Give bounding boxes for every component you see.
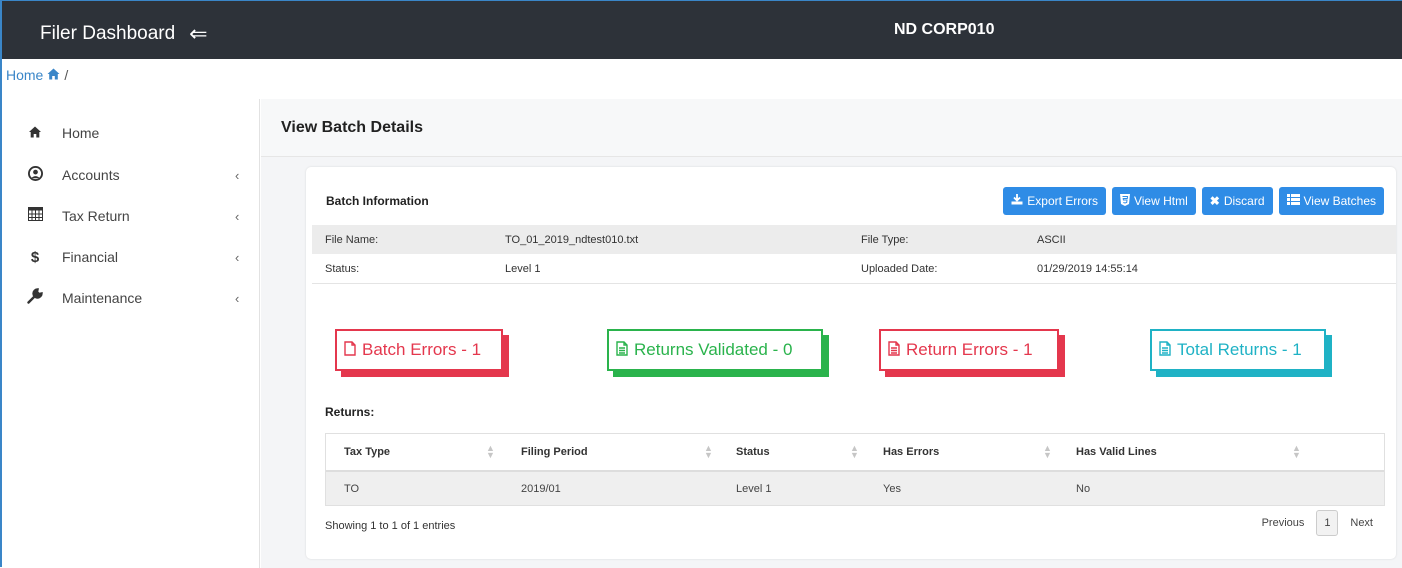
view-html-label: View Html [1133, 194, 1188, 208]
batch-actions: Export Errors View Html ✖ Discard View B… [1003, 187, 1384, 215]
home-icon [26, 125, 44, 142]
sort-icon[interactable]: ▲ ▼ [1292, 444, 1301, 460]
sidebar-item-tax-return[interactable]: Tax Return ‹ [2, 196, 260, 236]
sidebar: Home Accounts ‹ Tax Return ‹ $ Financial… [2, 99, 260, 568]
html5-icon [1119, 193, 1130, 209]
cell-status: Level 1 [736, 482, 772, 495]
return-errors-card[interactable]: Return Errors - 1 [879, 329, 1059, 371]
brand: Filer Dashboard ⇐ [40, 1, 208, 59]
status-value: Level 1 [505, 263, 541, 275]
file-text-icon [888, 340, 900, 360]
view-html-button[interactable]: View Html [1111, 187, 1196, 215]
cell-has-valid-lines: No [1076, 482, 1091, 495]
sidebar-item-accounts[interactable]: Accounts ‹ [2, 155, 260, 195]
chevron-left-icon: ‹ [235, 167, 240, 183]
batch-details-panel: Batch Information Export Errors View Htm… [306, 167, 1396, 559]
column-header-status[interactable]: Status [736, 434, 770, 470]
returns-validated-label: Returns Validated - 0 [634, 340, 793, 359]
download-icon [1011, 194, 1023, 208]
file-icon [344, 340, 356, 360]
sidebar-item-label: Accounts [62, 167, 120, 183]
discard-label: Discard [1223, 194, 1265, 208]
page-header: View Batch Details [261, 99, 1402, 157]
view-batches-label: View Batches [1303, 194, 1377, 208]
view-batches-button[interactable]: View Batches [1278, 187, 1384, 215]
export-errors-button[interactable]: Export Errors [1003, 187, 1106, 215]
sidebar-item-financial[interactable]: $ Financial ‹ [2, 237, 260, 277]
dollar-icon: $ [30, 248, 40, 266]
pagination: Previous 1 Next [1250, 510, 1385, 536]
chevron-left-icon: ‹ [235, 249, 240, 265]
return-errors-label: Return Errors - 1 [906, 340, 1033, 359]
sidebar-item-label: Tax Return [62, 208, 130, 224]
chevron-left-icon: ‹ [235, 208, 240, 224]
returns-table: Tax Type ▲ ▼ Filing Period ▲ ▼ Status ▲ ▼ H… [325, 433, 1385, 506]
file-text-icon [616, 340, 628, 360]
returns-heading: Returns: [325, 405, 375, 419]
column-header-tax-type[interactable]: Tax Type [344, 434, 390, 470]
account-title: ND CORP010 [894, 21, 995, 38]
sort-icon[interactable]: ▲ ▼ [850, 444, 859, 460]
uploaded-date-value: 01/29/2019 14:55:14 [1037, 263, 1138, 275]
sidebar-item-label: Home [62, 125, 100, 141]
sort-icon[interactable]: ▲ ▼ [704, 444, 713, 460]
breadcrumb-home[interactable]: Home [6, 67, 43, 83]
file-text-icon [1159, 340, 1171, 360]
top-navbar: Filer Dashboard ⇐ ND CORP010 [2, 1, 1402, 59]
sort-icon[interactable]: ▲ ▼ [1043, 444, 1052, 460]
calculator-icon [26, 207, 44, 225]
export-errors-label: Export Errors [1027, 194, 1098, 208]
next-page-button[interactable]: Next [1338, 517, 1385, 529]
sidebar-item-maintenance[interactable]: Maintenance ‹ [2, 278, 260, 318]
table-info: Showing 1 to 1 of 1 entries [325, 520, 456, 532]
breadcrumb-separator: / [64, 67, 69, 83]
page-1-button[interactable]: 1 [1316, 510, 1339, 536]
file-name-value: TO_01_2019_ndtest010.txt [505, 233, 639, 246]
cell-tax-type: TO [344, 482, 360, 495]
sidebar-item-label: Financial [62, 249, 119, 265]
home-icon[interactable] [47, 67, 60, 83]
file-type-label: File Type: [861, 233, 909, 246]
total-returns-card[interactable]: Total Returns - 1 [1150, 329, 1326, 371]
status-label: Status: [325, 263, 360, 275]
total-returns-label: Total Returns - 1 [1177, 340, 1302, 359]
cell-has-errors: Yes [883, 482, 901, 495]
sort-icon[interactable]: ▲ ▼ [486, 444, 495, 460]
batch-errors-card[interactable]: Batch Errors - 1 [335, 329, 503, 371]
discard-button[interactable]: ✖ Discard [1201, 187, 1273, 215]
cell-filing-period: 2019/01 [521, 482, 561, 495]
main-content: View Batch Details Batch Information Exp… [261, 99, 1402, 568]
file-name-label: File Name: [325, 233, 379, 246]
page-title: View Batch Details [281, 119, 423, 136]
returns-validated-card[interactable]: Returns Validated - 0 [607, 329, 823, 371]
column-header-filing-period[interactable]: Filing Period [521, 434, 588, 470]
sidebar-toggle-icon[interactable]: ⇐ [189, 23, 207, 45]
sidebar-item-label: Maintenance [62, 290, 143, 306]
batch-errors-label: Batch Errors - 1 [362, 340, 482, 359]
file-type-value: ASCII [1037, 233, 1066, 246]
uploaded-date-label: Uploaded Date: [861, 263, 938, 275]
batch-info-row: Status: Level 1 Uploaded Date: 01/29/201… [312, 255, 1396, 284]
table-header: Tax Type ▲ ▼ Filing Period ▲ ▼ Status ▲ ▼ H… [326, 434, 1384, 472]
close-icon: ✖ [1209, 194, 1220, 208]
list-icon [1286, 194, 1300, 208]
batch-info-title: Batch Information [326, 194, 429, 208]
sidebar-item-home[interactable]: Home [2, 113, 260, 153]
column-header-has-valid-lines[interactable]: Has Valid Lines [1076, 434, 1157, 470]
previous-page-button[interactable]: Previous [1250, 517, 1317, 529]
brand-title[interactable]: Filer Dashboard [40, 1, 175, 67]
table-row[interactable]: TO 2019/01 Level 1 Yes No [326, 472, 1384, 505]
column-header-has-errors[interactable]: Has Errors [883, 434, 939, 470]
breadcrumb: Home / [6, 67, 68, 83]
user-circle-icon [26, 165, 44, 185]
wrench-icon [26, 288, 44, 308]
batch-info-row: File Name: TO_01_2019_ndtest010.txt File… [312, 225, 1396, 254]
chevron-left-icon: ‹ [235, 290, 240, 306]
